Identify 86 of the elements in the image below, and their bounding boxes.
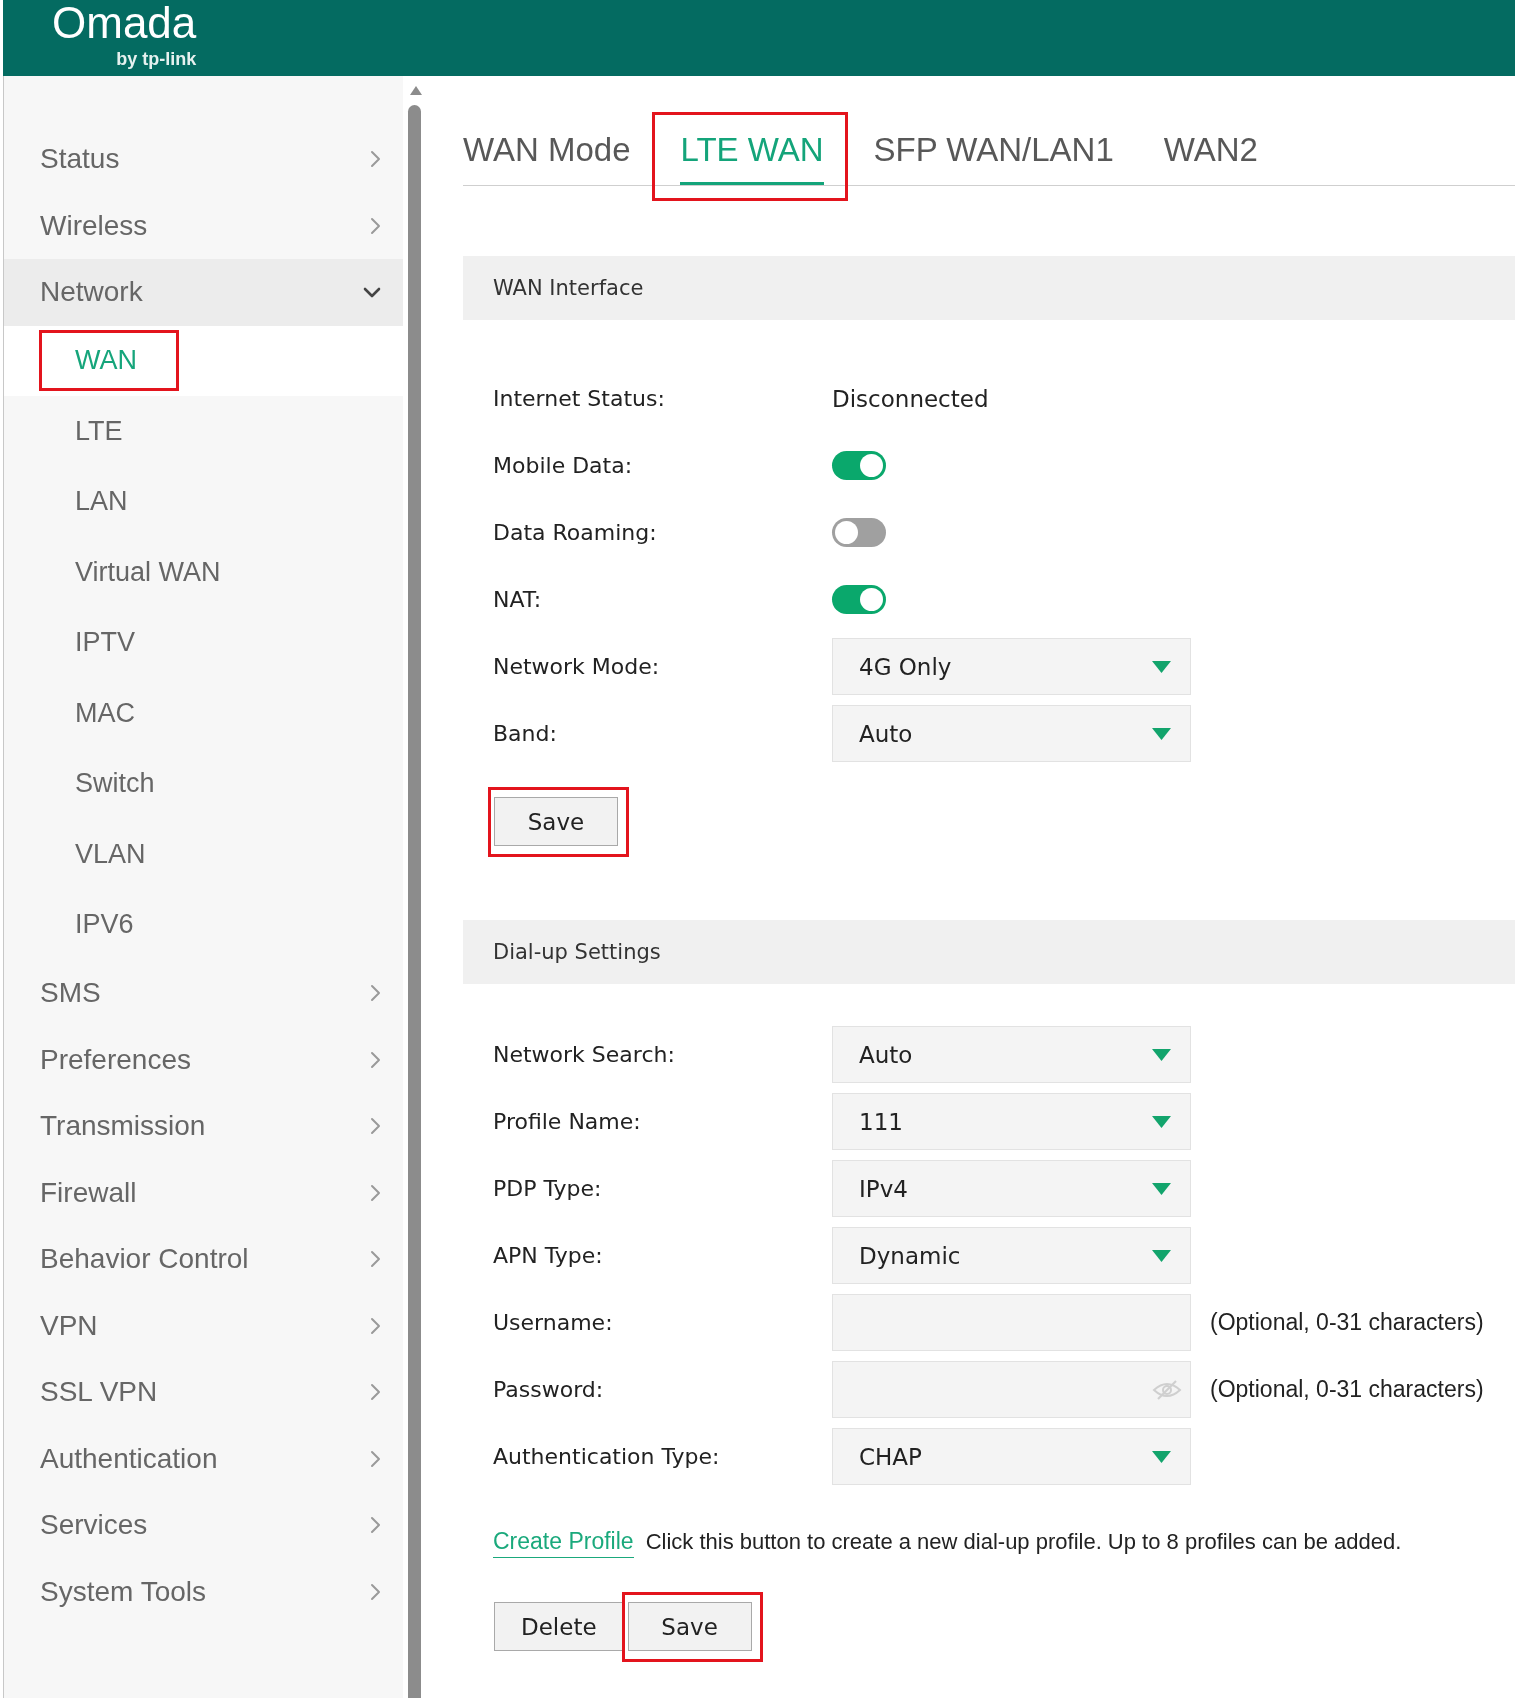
sidebar-subitem[interactable]: Virtual WAN [4, 537, 403, 608]
caret-icon [1152, 1182, 1171, 1195]
dropdown[interactable]: Dynamic [832, 1227, 1191, 1284]
chevron-right-icon [370, 1449, 381, 1468]
toggle-switch[interactable] [832, 518, 886, 547]
caret-icon [1152, 727, 1171, 740]
chevron-right-icon [370, 216, 381, 235]
eye-slash-icon[interactable] [1152, 1378, 1182, 1401]
sidebar-item[interactable]: SMS [4, 960, 403, 1027]
form-button[interactable]: Save [494, 797, 618, 846]
sidebar-item[interactable]: Behavior Control [4, 1226, 403, 1293]
field-hint: (Optional, 0-31 characters) [1210, 1309, 1484, 1336]
chevron-right-icon [370, 1117, 381, 1136]
field-label: NAT: [493, 587, 543, 612]
field-label: PDP Type: [493, 1176, 603, 1201]
caret-icon [1152, 1249, 1171, 1262]
sidebar-item[interactable]: Status [4, 126, 403, 193]
field-label: Data Roaming: [493, 520, 658, 545]
tab[interactable]: SFP WAN/LAN1 [873, 130, 1114, 185]
dropdown[interactable]: CHAP [832, 1428, 1191, 1485]
section-header: Dial-up Settings [463, 920, 1515, 984]
toggle-switch[interactable] [832, 585, 886, 614]
tab[interactable]: LTE WAN [680, 130, 824, 185]
tab[interactable]: WAN2 [1163, 130, 1258, 185]
sidebar-item[interactable]: Services [4, 1492, 403, 1559]
sidebar-item[interactable]: Firewall [4, 1159, 403, 1226]
chevron-down-icon [363, 286, 381, 298]
dropdown[interactable]: IPv4 [832, 1160, 1191, 1217]
form-button[interactable]: Save [627, 1602, 752, 1651]
scroll-up-icon[interactable] [410, 86, 422, 95]
field-label: APN Type: [493, 1243, 604, 1268]
sidebar-subitem[interactable]: IPTV [4, 607, 403, 678]
sidebar-subitem[interactable]: WAN [4, 325, 403, 396]
status-value: Disconnected [832, 385, 989, 412]
sidebar-subitem[interactable]: Switch [4, 748, 403, 819]
caret-icon [1152, 660, 1171, 673]
caret-icon [1152, 1450, 1171, 1463]
sidebar-subitem[interactable]: VLAN [4, 819, 403, 890]
field-label: Profile Name: [493, 1109, 642, 1134]
sidebar-item[interactable]: Transmission [4, 1093, 403, 1160]
sidebar-subitem[interactable]: LAN [4, 466, 403, 537]
field-label: Mobile Data: [493, 453, 634, 478]
caret-icon [1152, 1048, 1171, 1061]
sidebar-subitem[interactable]: IPV6 [4, 889, 403, 960]
sidebar-item[interactable]: VPN [4, 1292, 403, 1359]
toggle-switch[interactable] [832, 451, 886, 480]
chevron-right-icon [370, 1183, 381, 1202]
caret-icon [1152, 1115, 1171, 1128]
chevron-right-icon [370, 1383, 381, 1402]
chevron-right-icon [370, 984, 381, 1003]
dropdown[interactable]: Auto [832, 1026, 1191, 1083]
sidebar-subitem[interactable]: MAC [4, 678, 403, 749]
chevron-right-icon [370, 150, 381, 169]
field-label: Band: [493, 721, 558, 746]
logo-tagline: by tp-link [116, 48, 197, 70]
input-field[interactable] [832, 1294, 1191, 1351]
help-text: Click this button to create a new dial-up profile. Up to 8 profiles can be added. [645, 1529, 1402, 1555]
field-label: Username: [493, 1310, 614, 1335]
chevron-right-icon [370, 1050, 381, 1069]
sidebar-item[interactable]: Authentication [4, 1425, 403, 1492]
sidebar-item[interactable]: System Tools [4, 1558, 403, 1625]
logo-text: Omada [52, 0, 197, 46]
chevron-right-icon [370, 1250, 381, 1269]
field-label: Internet Status: [493, 386, 666, 411]
tab[interactable]: WAN Mode [463, 130, 631, 185]
sidebar-item[interactable]: Wireless [4, 192, 403, 259]
sidebar-item[interactable]: Network [4, 259, 403, 326]
field-label: Password: [493, 1377, 605, 1402]
sidebar-item[interactable]: Preferences [4, 1026, 403, 1093]
dropdown[interactable]: 4G Only [832, 638, 1191, 695]
password-field[interactable] [832, 1361, 1191, 1418]
field-hint: (Optional, 0-31 characters) [1210, 1376, 1484, 1403]
sidebar-item[interactable]: SSL VPN [4, 1359, 403, 1426]
form-button[interactable]: Delete [494, 1602, 624, 1651]
sidebar-subitem[interactable]: LTE [4, 396, 403, 467]
section-header: WAN Interface [463, 256, 1515, 320]
chevron-right-icon [370, 1316, 381, 1335]
scrollbar-thumb[interactable] [408, 105, 421, 1698]
create-profile-link[interactable]: Create Profile [493, 1528, 634, 1558]
field-label: Network Search: [493, 1042, 676, 1067]
field-label: Authentication Type: [493, 1444, 721, 1469]
dropdown[interactable]: Auto [832, 705, 1191, 762]
chevron-right-icon [370, 1516, 381, 1535]
chevron-right-icon [370, 1582, 381, 1601]
field-label: Network Mode: [493, 654, 661, 679]
dropdown[interactable]: 111 [832, 1093, 1191, 1150]
